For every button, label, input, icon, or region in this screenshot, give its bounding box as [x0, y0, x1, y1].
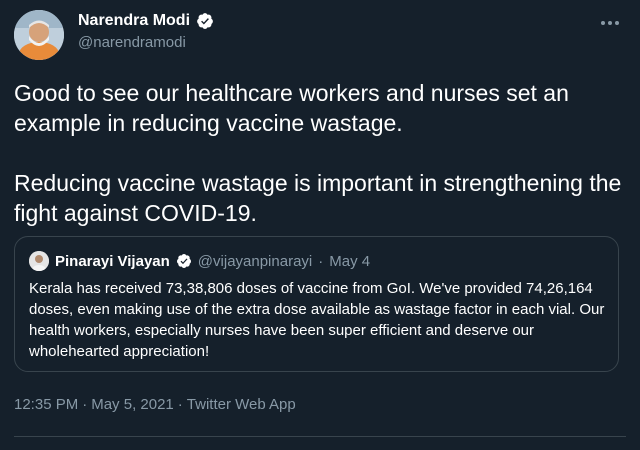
verified-badge-icon [176, 254, 191, 268]
tweet-date[interactable]: May 5, 2021 [91, 396, 174, 413]
author-handle[interactable]: @narendramodi [78, 34, 214, 51]
tweet-source[interactable]: Twitter Web App [187, 396, 296, 413]
author-avatar[interactable] [14, 10, 64, 60]
dot-separator: · [82, 396, 88, 413]
dot-separator: · [318, 252, 324, 270]
quoted-author-handle: @vijayanpinarayi [197, 252, 313, 270]
tweet-paragraph-2: Reducing vaccine wastage is important in… [14, 170, 622, 226]
tweet-card: Narendra Modi @narendramodi Good to see … [0, 0, 640, 450]
tweet-metadata: 12:35 PM · May 5, 2021 · Twitter Web App [14, 396, 296, 413]
quoted-tweet-header: Pinarayi Vijayan @vijayanpinarayi · May … [29, 251, 370, 271]
divider [14, 436, 626, 437]
dot-separator: · [177, 396, 183, 413]
tweet-paragraph-1: Good to see our healthcare workers and n… [14, 80, 569, 136]
quoted-tweet-date: May 4 [329, 252, 371, 270]
author-name[interactable]: Narendra Modi [78, 12, 190, 30]
quoted-tweet-text: Kerala has received 73,38,806 doses of v… [29, 280, 605, 360]
tweet-time[interactable]: 12:35 PM [14, 396, 78, 413]
quoted-tweet[interactable]: Pinarayi Vijayan @vijayanpinarayi · May … [14, 236, 619, 372]
more-options-button[interactable] [598, 14, 622, 32]
verified-badge-icon [197, 13, 213, 29]
quoted-author-avatar [29, 251, 49, 271]
profile-photo-icon [14, 10, 64, 60]
profile-photo-icon [29, 251, 49, 271]
author-info: Narendra Modi @narendramodi [78, 12, 214, 51]
quoted-author-name: Pinarayi Vijayan [55, 252, 170, 270]
tweet-text: Good to see our healthcare workers and n… [14, 78, 624, 228]
ellipsis-icon [601, 21, 605, 25]
